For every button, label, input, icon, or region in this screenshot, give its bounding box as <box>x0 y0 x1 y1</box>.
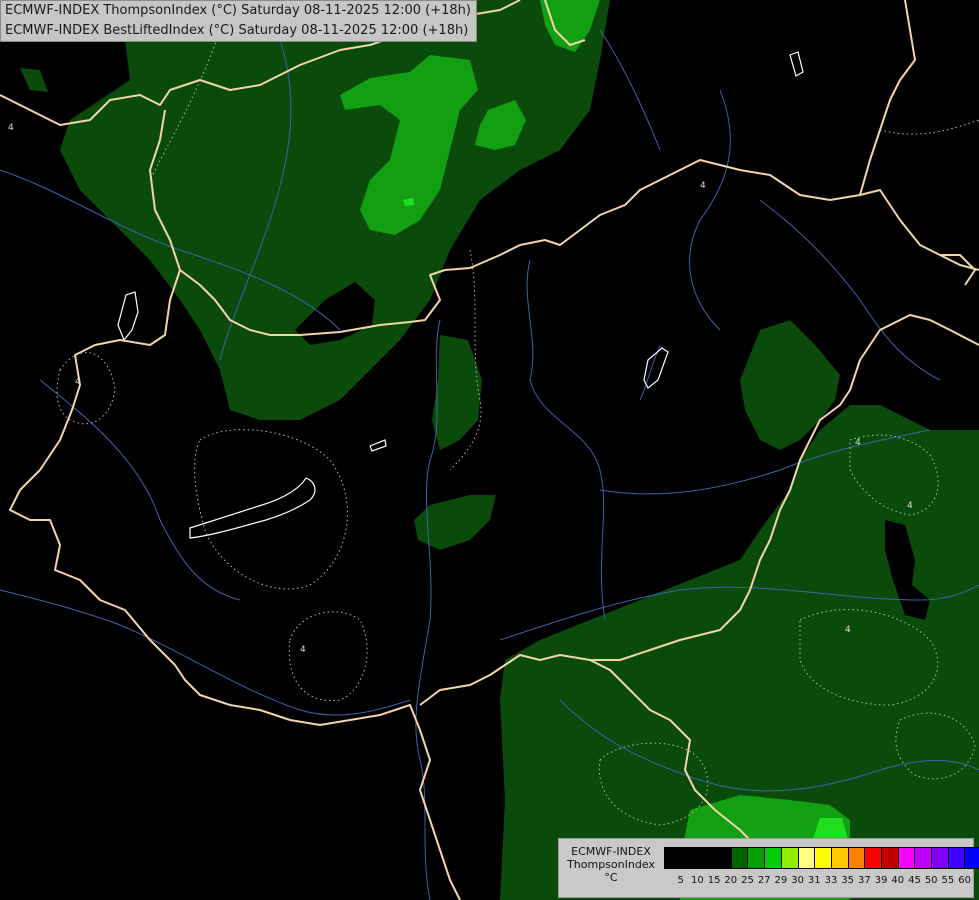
legend-swatch <box>848 848 866 868</box>
legend-swatch <box>781 848 799 868</box>
legend-tick-label: 37 <box>858 875 871 886</box>
legend-swatch <box>932 848 949 868</box>
legend-unit: °C <box>604 871 618 884</box>
contour-label: 4 <box>300 645 306 655</box>
legend-tick-label: 40 <box>891 875 905 886</box>
legend-tick-label: 45 <box>908 875 921 886</box>
legend-swatch <box>831 848 849 868</box>
title-line-thompson: ECMWF-INDEX ThompsonIndex (°C) Saturday … <box>5 3 471 18</box>
contour-label: 4 <box>907 501 913 511</box>
legend-tick-labels: 5 10 15 20 25 27 29 30 31 33 35 37 39 40 45 50 55 60 <box>664 875 971 889</box>
legend-swatch <box>965 848 979 868</box>
contour-label: 4 <box>845 625 851 635</box>
legend-color-bar <box>664 847 979 869</box>
color-legend: ECMWF-INDEX ThompsonIndex °C 5 10 15 20 25 27… <box>558 838 979 898</box>
legend-tick-label: 60 <box>958 875 971 886</box>
legend-tick-label: 33 <box>824 875 838 886</box>
legend-tick-label: 5 <box>677 875 684 886</box>
legend-tick-label: 55 <box>941 875 955 886</box>
legend-tick-label: 31 <box>807 875 821 886</box>
weather-map: 4 4 4 4 4 4 4 <box>0 0 979 900</box>
legend-model-name: ECMWF-INDEX <box>571 845 651 858</box>
contour-label: 4 <box>75 377 81 387</box>
legend-swatch <box>715 848 732 868</box>
legend-tick-label: 30 <box>791 875 804 886</box>
legend-tick-label: 25 <box>741 875 754 886</box>
legend-swatch <box>815 848 832 868</box>
legend-tick-label: 39 <box>874 875 888 886</box>
legend-swatch <box>948 848 966 868</box>
contour-label: 4 <box>855 438 861 448</box>
legend-tick-label: 10 <box>691 875 704 886</box>
legend-swatch <box>798 848 816 868</box>
legend-title: ECMWF-INDEX ThompsonIndex °C <box>562 845 660 884</box>
legend-swatch <box>681 848 699 868</box>
legend-tick-label: 20 <box>724 875 738 886</box>
legend-swatch <box>748 848 766 868</box>
legend-swatch <box>915 848 932 868</box>
legend-swatch <box>665 848 682 868</box>
legend-swatch <box>731 848 749 868</box>
legend-swatch <box>881 848 899 868</box>
legend-swatch <box>865 848 882 868</box>
legend-swatch <box>698 848 716 868</box>
legend-tick-label: 29 <box>774 875 788 886</box>
map-title-box: ECMWF-INDEX ThompsonIndex (°C) Saturday … <box>0 0 477 42</box>
legend-swatch <box>898 848 916 868</box>
contour-label: 4 <box>8 123 14 133</box>
legend-tick-label: 35 <box>841 875 855 886</box>
legend-parameter-name: ThompsonIndex <box>567 858 655 871</box>
legend-tick-label: 15 <box>707 875 721 886</box>
legend-tick-label: 27 <box>757 875 771 886</box>
legend-swatch <box>765 848 782 868</box>
contour-label: 4 <box>700 181 706 191</box>
legend-tick-label: 50 <box>924 875 938 886</box>
title-line-lifted: ECMWF-INDEX BestLiftedIndex (°C) Saturda… <box>5 23 469 38</box>
